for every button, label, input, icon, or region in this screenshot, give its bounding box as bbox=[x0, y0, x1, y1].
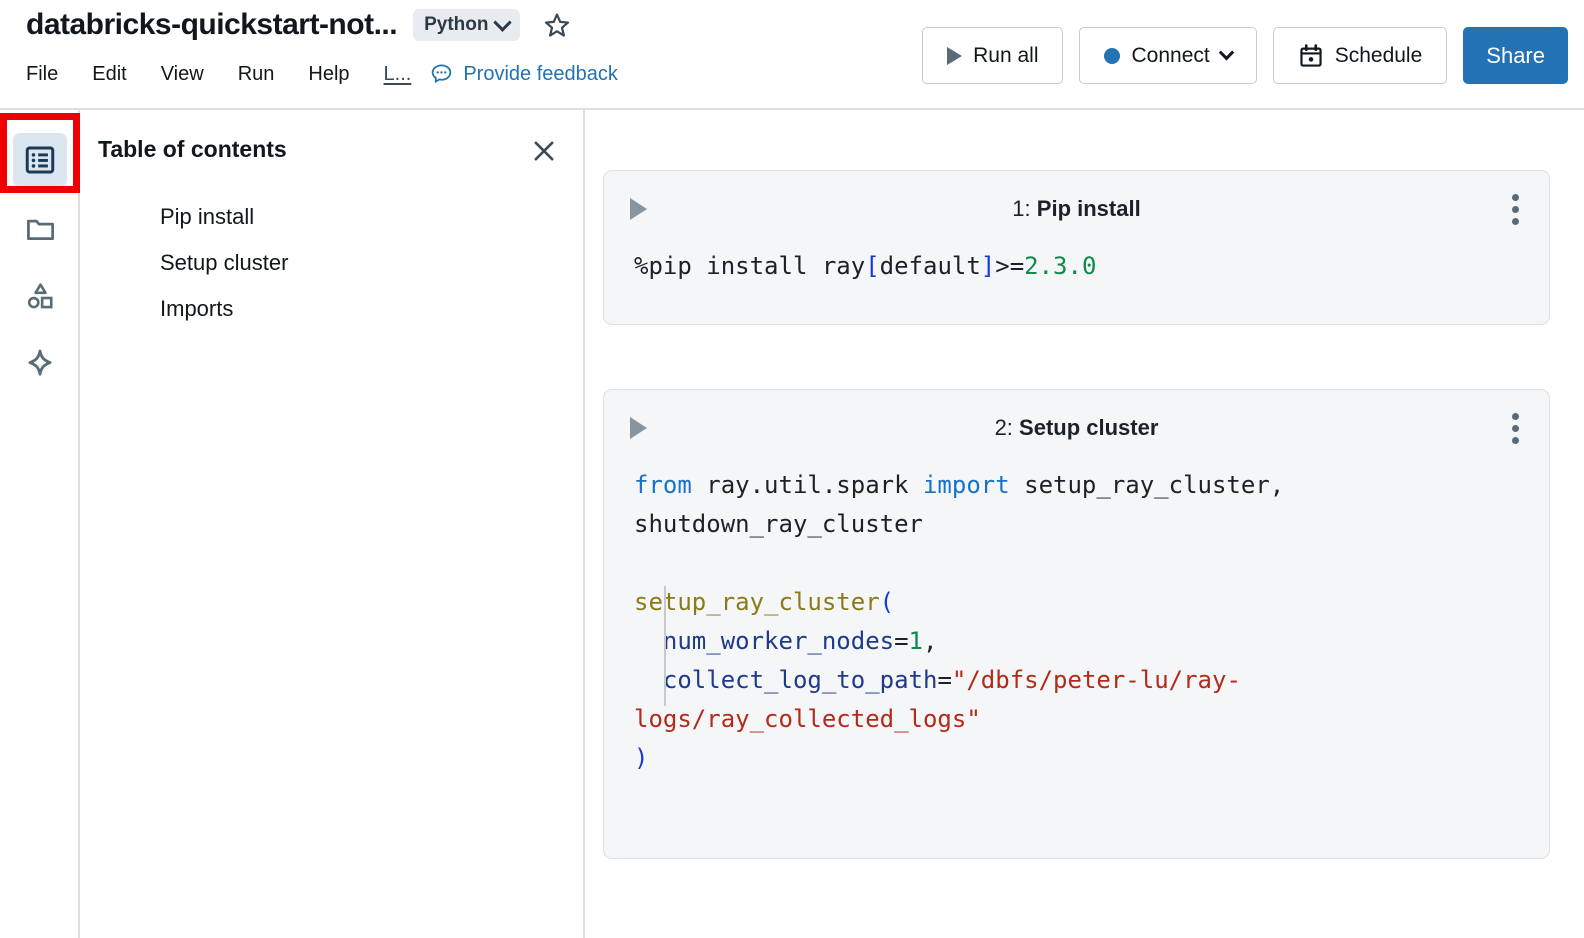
connect-button[interactable]: Connect bbox=[1079, 27, 1256, 84]
cell-run-button[interactable] bbox=[630, 198, 660, 220]
kebab-menu-icon bbox=[1512, 206, 1519, 213]
favorite-star-button[interactable] bbox=[542, 10, 572, 40]
cell-run-button[interactable] bbox=[630, 417, 660, 439]
sidebar-item-workspace[interactable] bbox=[0, 194, 80, 262]
toc-item-imports[interactable]: Imports bbox=[98, 286, 559, 332]
run-all-label: Run all bbox=[973, 44, 1038, 68]
cell-menu-button[interactable] bbox=[1508, 409, 1523, 448]
notebook-cell[interactable]: 1: Pip install %pip install ray[default]… bbox=[603, 170, 1550, 325]
list-panel-icon bbox=[23, 143, 57, 177]
run-all-button[interactable]: Run all bbox=[922, 27, 1063, 84]
kebab-menu-icon bbox=[1512, 218, 1519, 225]
star-outline-icon bbox=[543, 11, 571, 39]
share-button[interactable]: Share bbox=[1463, 27, 1568, 84]
cell-heading: 2: Setup cluster bbox=[630, 415, 1523, 441]
cell-title: Pip install bbox=[1037, 196, 1141, 221]
schedule-label: Schedule bbox=[1335, 44, 1423, 68]
sidebar-item-catalog[interactable] bbox=[0, 262, 80, 330]
schedule-button[interactable]: Schedule bbox=[1273, 27, 1448, 84]
notebook-cell[interactable]: 2: Setup cluster from ray.util.spark imp… bbox=[603, 389, 1550, 859]
databricks-notebook-window: databricks-quickstart-not... Python File… bbox=[0, 0, 1584, 938]
title-row: databricks-quickstart-not... Python bbox=[26, 8, 572, 42]
toc-title: Table of contents bbox=[98, 136, 287, 163]
notebook-cells-area: 1: Pip install %pip install ray[default]… bbox=[585, 110, 1584, 938]
calendar-icon bbox=[1298, 43, 1324, 69]
cluster-status-dot-icon bbox=[1104, 48, 1120, 64]
toc-close-button[interactable] bbox=[529, 136, 559, 166]
cell-title: Setup cluster bbox=[1019, 415, 1158, 440]
menu-item-view[interactable]: View bbox=[161, 63, 221, 86]
toc-item-pip-install[interactable]: Pip install bbox=[98, 194, 559, 240]
notebook-header: databricks-quickstart-not... Python File… bbox=[0, 0, 1584, 110]
menu-item-file[interactable]: File bbox=[26, 63, 75, 86]
menu-item-help[interactable]: Help bbox=[308, 63, 366, 86]
code-line: %pip install ray[default]>=2.3.0 bbox=[630, 247, 1523, 286]
close-x-icon bbox=[530, 137, 558, 165]
kebab-menu-icon bbox=[1512, 437, 1519, 444]
play-triangle-icon bbox=[630, 417, 647, 439]
toc-item-setup-cluster[interactable]: Setup cluster bbox=[98, 240, 559, 286]
sparkle-icon bbox=[23, 347, 57, 381]
cell-header: 1: Pip install bbox=[630, 189, 1523, 229]
menu-bar: File Edit View Run Help L... Provide fee… bbox=[26, 62, 618, 87]
table-of-contents-panel: Table of contents Pip install Setup clus… bbox=[80, 110, 585, 938]
kebab-menu-icon bbox=[1512, 194, 1519, 201]
play-triangle-icon bbox=[947, 47, 962, 65]
play-triangle-icon bbox=[630, 198, 647, 220]
kebab-menu-icon bbox=[1512, 425, 1519, 432]
menu-item-edit[interactable]: Edit bbox=[92, 63, 143, 86]
menu-item-truncated[interactable]: L... bbox=[384, 63, 412, 86]
cell-number: 2: bbox=[995, 415, 1013, 440]
cell-code-block[interactable]: from ray.util.spark import setup_ray_clu… bbox=[630, 466, 1523, 778]
chevron-down-icon bbox=[494, 13, 512, 31]
notebook-body: Table of contents Pip install Setup clus… bbox=[0, 110, 1584, 938]
indent-guide bbox=[664, 586, 666, 706]
cell-heading: 1: Pip install bbox=[630, 196, 1523, 222]
sidebar-item-table-of-contents[interactable] bbox=[0, 126, 80, 194]
sidebar-item-assistant[interactable] bbox=[0, 330, 80, 398]
toc-list: Pip install Setup cluster Imports bbox=[98, 194, 559, 332]
menu-item-run[interactable]: Run bbox=[238, 63, 292, 86]
left-icon-rail bbox=[0, 110, 80, 938]
notebook-title: databricks-quickstart-not... bbox=[26, 8, 397, 42]
kebab-menu-icon bbox=[1512, 413, 1519, 420]
share-label: Share bbox=[1486, 43, 1545, 69]
cell-header: 2: Setup cluster bbox=[630, 408, 1523, 448]
code-line: num_worker_nodes=1, bbox=[630, 622, 1523, 661]
speech-bubble-icon bbox=[429, 62, 454, 87]
toc-header: Table of contents bbox=[98, 136, 559, 166]
code-line-blank bbox=[630, 544, 1523, 583]
language-label: Python bbox=[424, 14, 488, 36]
provide-feedback-label: Provide feedback bbox=[463, 63, 618, 86]
connect-label: Connect bbox=[1131, 44, 1209, 68]
folder-icon bbox=[24, 212, 57, 245]
language-selector[interactable]: Python bbox=[413, 9, 520, 41]
shapes-catalog-icon bbox=[24, 280, 57, 313]
cell-code-block[interactable]: %pip install ray[default]>=2.3.0 bbox=[630, 247, 1523, 286]
provide-feedback-link[interactable]: Provide feedback bbox=[429, 62, 618, 87]
code-line: setup_ray_cluster( bbox=[630, 583, 1523, 622]
cell-number: 1: bbox=[1012, 196, 1030, 221]
code-line: ) bbox=[630, 739, 1523, 778]
chevron-down-icon bbox=[1218, 45, 1234, 61]
header-actions: Run all Connect Schedule Share bbox=[922, 27, 1568, 84]
code-line: collect_log_to_path="/dbfs/peter-lu/ray-… bbox=[630, 661, 1375, 739]
code-line: from ray.util.spark import setup_ray_clu… bbox=[630, 466, 1375, 544]
cell-menu-button[interactable] bbox=[1508, 190, 1523, 229]
